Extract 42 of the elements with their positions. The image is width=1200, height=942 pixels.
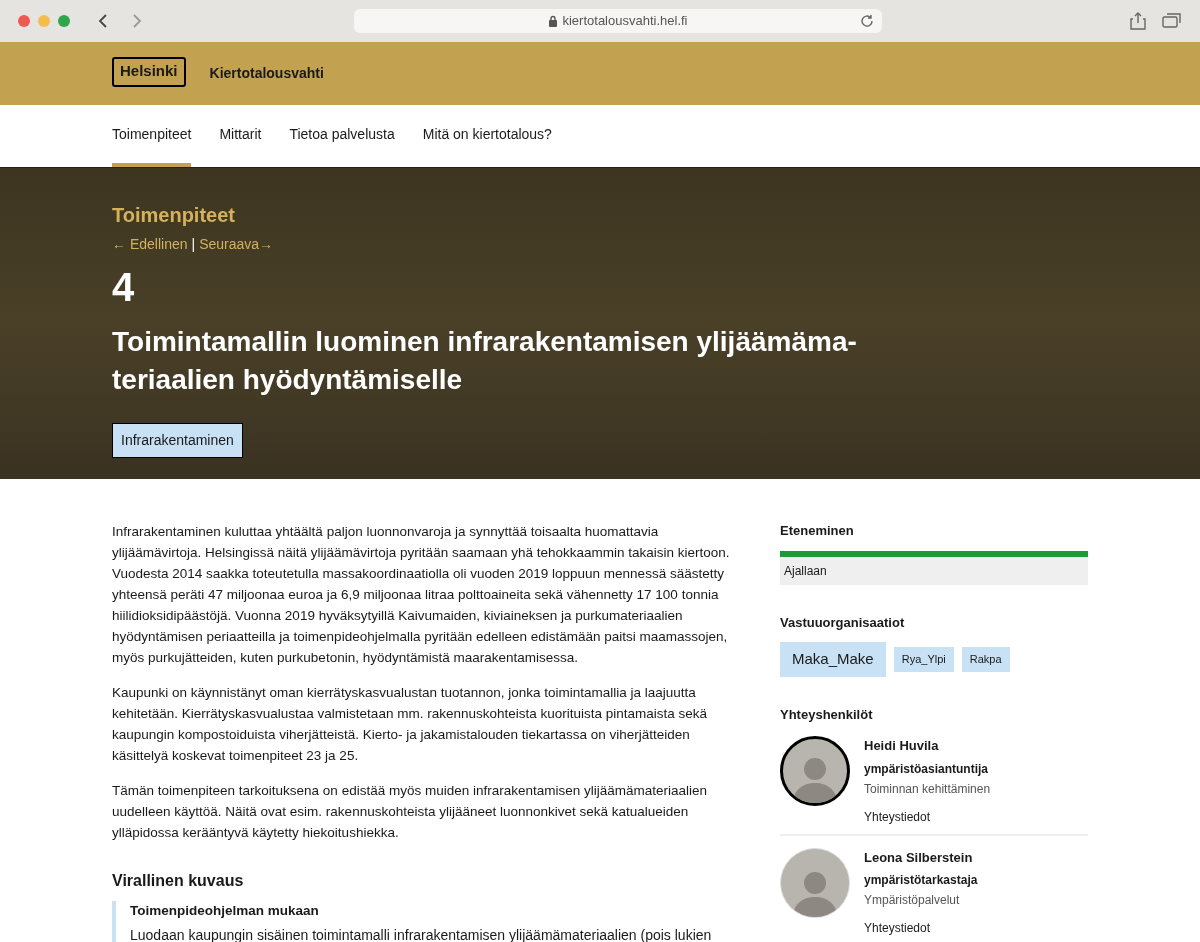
previous-link[interactable]: ← Edellinen xyxy=(112,234,188,255)
tabs-icon[interactable] xyxy=(1162,12,1182,28)
url-text: kiertotalousvahti.hel.fi xyxy=(562,12,688,31)
category-tag[interactable]: Infrarakentaminen xyxy=(112,423,243,458)
address-bar[interactable]: kiertotalousvahti.hel.fi xyxy=(354,9,882,33)
organization-tag[interactable]: Rakpa xyxy=(961,647,1010,672)
lock-icon xyxy=(548,15,559,27)
contact-details-link[interactable]: Yhteystiedot xyxy=(864,919,978,937)
organization-tag[interactable]: Maka_Make xyxy=(780,642,886,677)
progress-heading: Eteneminen xyxy=(780,522,855,540)
section-title: Toimenpiteet xyxy=(112,203,235,228)
site-name[interactable]: Kiertotalousvahti xyxy=(209,63,324,84)
progress-status: Ajallaan xyxy=(780,556,1088,585)
next-link[interactable]: Seuraava→ xyxy=(199,234,274,255)
body-paragraph: Tämän toimenpiteen tarkoituksena on edistää myös muiden infrarakentamisen ylijäämämateriaalien uudelleen käyttöä. Näitä ovat esim. rakennuskohteista ylijääneet luonnonkivet sekä katualueiden ylläpidossa kerääntyvä käytetty hiekoitushiekka. xyxy=(112,782,709,842)
forward-icon[interactable] xyxy=(132,14,142,28)
action-number: 4 xyxy=(112,267,135,307)
reload-icon[interactable] xyxy=(860,14,874,28)
back-icon[interactable] xyxy=(98,14,108,28)
logo[interactable]: Helsinki xyxy=(112,56,186,87)
contact-unit: Ympäristöpalvelut xyxy=(864,892,961,909)
quote-title: Toimenpideohjelman mukaan xyxy=(130,902,320,920)
contact-title: ympäristötarkastaja xyxy=(864,872,978,889)
nav-tab[interactable]: Mittarit xyxy=(219,105,262,167)
share-icon[interactable] xyxy=(1130,12,1146,30)
organization-tag[interactable]: Rya_Ylpi xyxy=(893,647,954,672)
contacts-heading: Yhteyshenkilöt xyxy=(780,705,874,724)
action-title: Toimintamallin luominen infrarakentamisen ylijäämäma- teriaalien hyödyntämiselle xyxy=(112,325,857,397)
link-separator: | xyxy=(191,235,196,254)
body-paragraph: Infrarakentaminen kuluttaa yhtäältä paljon luonnonvaroja ja synnyttää toisaalta huomattavia ylijäämävirtoja. Helsingissä näitä ylijäämävirtoja pyritään saamaan yhä tehokkaammin takaisin kiertoon. Vuodesta 2014 saakka toteutetulla massakoordinaatiolla oli vuoden 2019 loppuun mennessä säästetty yhteensä peräti 47 miljoonaa euroa ja 6,9 miljoonaa litraa polttoaineita sekä vähennetty 17 100 tonnia hiilidioksidipäästöjä. Vuonna 2019 hyväksytyillä Kaivumaiden, kiviaineksen ja purkumateriaalien hyödyntämisen periaatteilla ja toimenpideohjelmalla pyritään edelleen edistämään paitsi maamassojen, myös purkujätteiden, kuten purkubetonin, hyödyntämistä maarakentamisessa. xyxy=(112,523,731,667)
contact-name: Heidi Huvila xyxy=(864,737,940,755)
close-window-icon[interactable] xyxy=(18,15,30,27)
organizations-heading: Vastuuorganisaatiot xyxy=(780,613,906,632)
contact-name: Leona Silberstein xyxy=(864,848,974,867)
section-heading: Virallinen kuvaus xyxy=(112,871,245,891)
nav-tab[interactable]: Mitä on kiertotalous? xyxy=(422,105,552,167)
contact-title: ympäristöasiantuntija xyxy=(864,760,990,778)
contact-unit: Toiminnan kehittäminen xyxy=(864,780,991,798)
maximize-window-icon[interactable] xyxy=(58,15,70,27)
body-paragraph: Kaupunki on käynnistänyt oman kierrätyskasvualustan tuotannon, jonka toimintamallia ja laajuutta kehitetään. Kierrätyskasvualustaa valmistetaan mm. rakennuskohteista kuorituista pintamaista sekä kaupungin kompostoiduista viherjätteistä. Kierto- ja jakamistalouden tiekartassa on viherjätteiden käsittelyä koskevat toimenpiteet 23 ja 25. xyxy=(112,684,709,765)
nav-tab[interactable]: Tietoa palvelusta xyxy=(289,105,395,167)
contact-details-link[interactable]: Yhteystiedot xyxy=(864,807,991,826)
